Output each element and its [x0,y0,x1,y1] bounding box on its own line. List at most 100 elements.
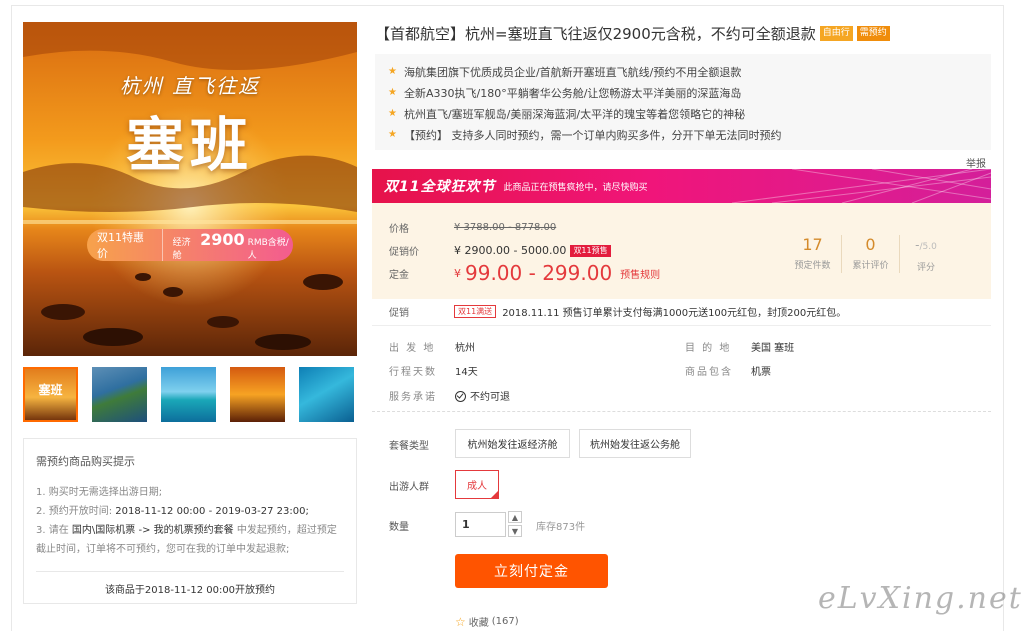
stat-reviews[interactable]: 0 累计评价 [842,235,900,273]
double11-banner: 双11全球狂欢节 此商品正在预售疯抢中，请尽快购买 [372,169,991,203]
feature-item: ★ 杭州直飞/塞班军舰岛/美丽深海蓝洞/太平洋的瑰宝等着您领略它的神秘 [388,103,991,124]
package-label: 套餐类型 [389,441,429,452]
feature-list: ★ 海航集团旗下优质成员企业/首航新开塞班直飞航线/预约不用全额退款 ★ 全新A33… [375,54,991,150]
notice-line-1: 1. 购买时无需选择出游日期; [36,487,163,498]
booking-notice: 需预约商品购买提示 1. 购买时无需选择出游日期; 2. 预约开放时间: 201… [23,438,357,604]
rating-max: /5.0 [919,242,937,252]
stat-value: -/5.0 [900,235,952,257]
promo-price: ¥ 2900.00 - 5000.00 [454,244,567,257]
info-service: 服务承诺 不约可退 [389,388,510,403]
original-price-row: 价格 ¥ 3788.00 - 8778.00 [389,220,556,235]
feature-text: 杭州直飞/塞班军舰岛/美丽深海蓝洞/太平洋的瑰宝等着您领略它的神秘 [403,107,746,121]
notice-line-4: 截止时间，订单将不可预约，您可在我的订单中发起退款; [36,544,290,555]
presale-badge: 双11预售 [570,244,611,257]
thumbnail-strip: 塞班 [23,367,357,423]
stat-bookings: 17 预定件数 [784,235,842,273]
promotion-row: 促销 双11满送 2018.11.11 预售订单累计支付每满1000元送100元… [389,304,846,319]
notice-title: 需预约商品购买提示 [36,455,135,468]
thumbnail-4[interactable] [230,367,285,422]
feature-item: ★ 全新A330执飞/180°平躺奢华公务舱/让您畅游太平洋美丽的深蓝海岛 [388,82,991,103]
deposit-label: 定金 [389,269,409,281]
divider [372,325,991,326]
stats-group: 17 预定件数 0 累计评价 -/5.0 评分 [784,235,952,273]
info-value: 14天 [455,367,478,378]
notice-line-2-label: 2. 预约开放时间: [36,506,113,517]
notice-line-3: 3. 请在 国内\国际机票 -> 我的机票预约套餐 中发起预约，超过预定 [36,521,348,540]
promotion-tag: 双11满送 [454,305,497,318]
stat-label: 累计评价 [852,261,889,271]
image-price-pill: 双11特惠价 经济舱 2900 RMB含税/人 [87,229,293,261]
favorite-label: 收藏 [468,618,489,629]
stat-value: 0 [865,235,876,254]
notice-footer: 该商品于2018-11-12 00:00开放预约 [36,571,344,596]
thumbnail-caption: 塞班 [38,383,63,397]
info-destination: 目 的 地 美国 塞班 [685,339,794,354]
thumbnail-2[interactable] [92,367,147,422]
report-link[interactable]: 举报 [966,155,986,170]
star-icon: ★ [388,87,397,98]
pill-price-group: 经济舱 2900 RMB含税/人 [163,230,293,261]
promotion-text: 2018.11.11 预售订单累计支付每满1000元送100元红包，封顶200元… [502,308,847,319]
tag-free-travel: 自由行 [819,26,853,41]
pill-label: 双11特惠价 [87,229,163,261]
feature-text: 全新A330执飞/180°平躺奢华公务舱/让您畅游太平洋美丽的深蓝海岛 [403,86,742,100]
quantity-label: 数量 [389,522,409,533]
presale-rules-link[interactable]: 预售规则 [620,266,660,281]
thumbnail-1[interactable]: 塞班 [23,367,78,422]
info-duration: 行程天数 14天 [389,363,478,378]
quantity-input[interactable]: 1 [455,512,506,537]
info-key: 出 发 地 [389,343,436,354]
stat-value: 17 [802,235,823,254]
notice-line-3-a: 3. 请在 [36,525,69,536]
main-product-image: 杭州 直飞往返 塞班 双11特惠价 经济舱 2900 RMB含税/人 [23,22,357,356]
package-economy-option[interactable]: 杭州始发往返经济舱 [455,429,570,458]
info-includes: 商品包含 机票 [685,363,771,378]
notice-line-2-value: 2018-11-12 00:00 - 2019-03-27 23:00; [115,506,309,517]
feature-text: 【预约】 支持多人同时预约，需一个订单内购买多件，分开下单无法同时预约 [403,128,782,142]
info-key: 目 的 地 [685,343,732,354]
info-value: 杭州 [455,343,475,354]
traveler-adult-option[interactable]: 成人 [455,470,499,499]
traveler-label: 出游人群 [389,482,429,493]
feature-item: ★ 海航集团旗下优质成员企业/首航新开塞班直飞航线/预约不用全额退款 [388,61,991,82]
price-label: 价格 [389,224,409,235]
feature-item: ★ 【预约】 支持多人同时预约，需一个订单内购买多件，分开下单无法同时预约 [388,124,991,145]
product-title-row: 【首都航空】杭州=塞班直飞往返仅2900元含税，不约可全额退款 自由行 需预约 [375,23,991,44]
check-circle-icon [455,391,466,402]
stock-count: 库存873件 [536,522,586,533]
star-icon: ★ [388,108,397,119]
pay-deposit-button[interactable]: 立刻付定金 [455,554,608,588]
stat-rating: -/5.0 评分 [900,235,952,273]
notice-line-3-link[interactable]: 国内\国际机票 -> 我的机票预约套餐 [72,525,234,536]
image-subtitle: 杭州 直飞往返 [119,74,261,98]
thumbnail-3[interactable] [161,367,216,422]
traveler-adult-label: 成人 [467,481,487,492]
service-text: 不约可退 [470,392,510,403]
promo-price-row: 促销价 ¥ 2900.00 - 5000.00 双11预售 [389,243,611,258]
notice-line-3-c: 中发起预约，超过预定 [236,525,337,536]
pill-prefix: 经济舱 [172,237,191,261]
info-depart: 出 发 地 杭州 [389,339,475,354]
product-title: 【首都航空】杭州=塞班直飞往返仅2900元含税，不约可全额退款 [375,25,816,43]
quantity-decrease-button[interactable]: ▼ [508,525,522,537]
pill-suffix: RMB含税/人 [247,237,289,261]
thumbnail-5[interactable] [299,367,354,422]
package-business-option[interactable]: 杭州始发往返公务舱 [579,429,691,458]
deposit-currency: ¥ [454,266,461,280]
star-icon: ★ [388,66,397,77]
deposit-price: 99.00 - 299.00 [465,261,613,285]
pill-price: 2900 [200,229,245,249]
favorite-button[interactable]: ☆ 收藏 (167) [455,614,519,630]
image-title: 塞班 [125,111,254,179]
info-value: 不约可退 [455,388,510,403]
favorite-count: (167) [491,616,519,627]
info-value: 机票 [751,367,771,378]
promotion-label: 促销 [389,308,409,319]
info-key: 商品包含 [685,367,733,378]
stat-label: 预定件数 [794,261,831,271]
info-value: 美国 塞班 [751,343,795,354]
stat-label: 评分 [916,263,935,273]
quantity-increase-button[interactable]: ▲ [508,511,522,523]
promo-price-label: 促销价 [389,247,419,258]
info-key: 服务承诺 [389,392,437,403]
